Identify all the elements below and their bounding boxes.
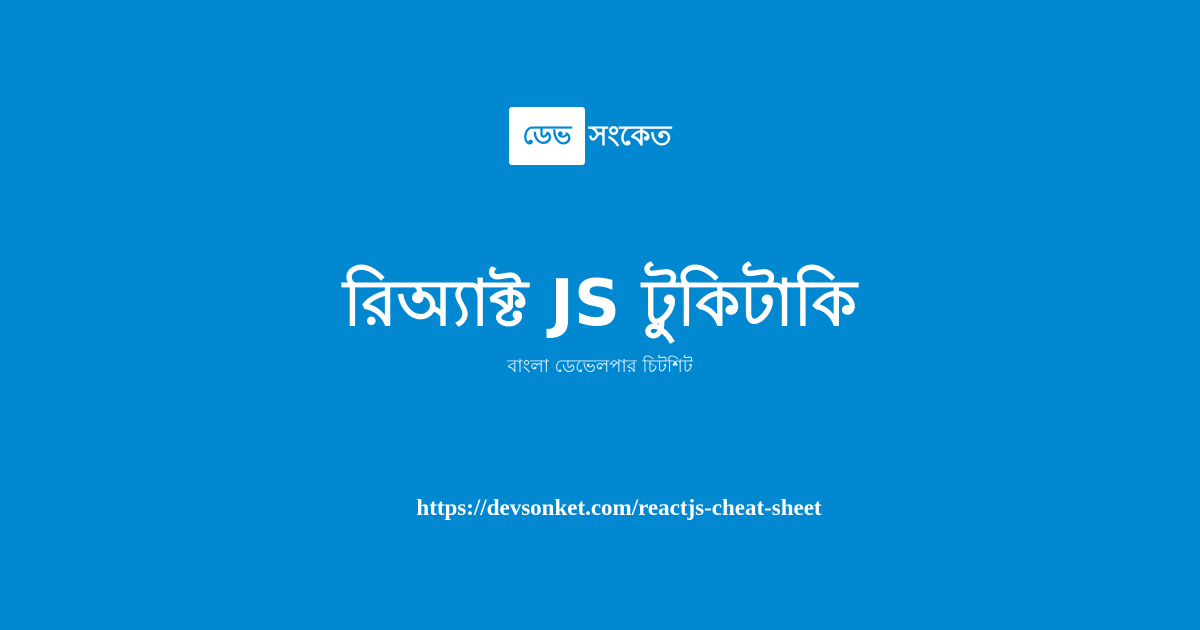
page-title: রিঅ্যাক্ট JS টুকিটাকি: [343, 267, 857, 341]
page-subtitle: বাংলা ডেভেলপার চিটশিট: [507, 356, 693, 377]
logo-badge-text: ডেভ: [522, 121, 572, 151]
devsonket-logo: ডেভ সংকেত: [509, 107, 671, 165]
page-url: https://devsonket.com/reactjs-cheat-shee…: [416, 495, 822, 520]
logo-badge: ডেভ: [509, 107, 585, 165]
logo-wordmark: সংকেত: [589, 119, 672, 152]
social-card: ডেভ সংকেত রিঅ্যাক্ট JS টুকিটাকি বাংলা ডে…: [0, 0, 1200, 630]
